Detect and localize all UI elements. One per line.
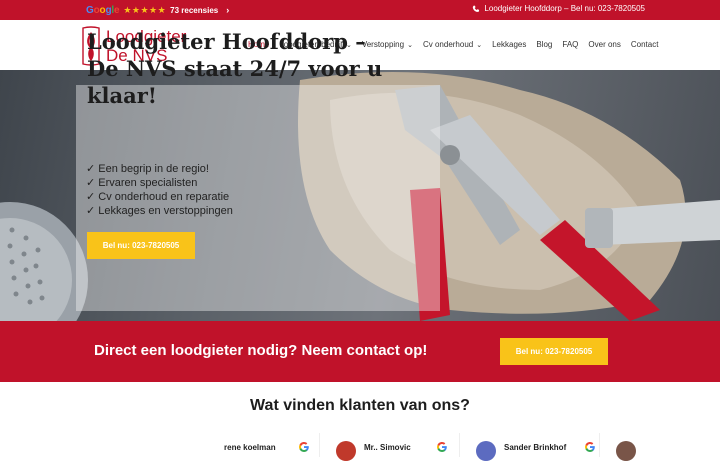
avatar	[616, 441, 636, 461]
google-reviews-link[interactable]: Google ★★★★★ 73 recensies ›	[86, 3, 229, 17]
list-item: ✓ Lekkages en verstoppingen	[86, 205, 233, 217]
top-phone-link[interactable]: Loodgieter Hoofddorp – Bel nu: 023-78205…	[472, 4, 645, 13]
review-author: rene koelman	[224, 443, 276, 452]
reviews-title: Wat vinden klanten van ons?	[250, 397, 470, 414]
nav-item-lekkages[interactable]: Lekkages	[492, 40, 526, 49]
review-card[interactable]: Sander Brinkhof	[470, 433, 600, 461]
chevron-right-icon: ›	[226, 5, 230, 15]
review-card[interactable]	[610, 433, 650, 461]
phone-icon	[473, 5, 480, 12]
avatar	[336, 441, 356, 461]
list-item: ✓ Ervaren specialisten	[86, 177, 198, 189]
hero-call-button[interactable]: Bel nu: 023-7820505	[87, 232, 195, 259]
avatar	[476, 441, 496, 461]
google-icon	[299, 442, 309, 452]
hero-title: Loodgieter Hoofddorp – De NVS staat 24/7…	[87, 28, 432, 109]
nav-label: Blog	[536, 40, 553, 49]
google-icon	[585, 442, 595, 452]
review-card[interactable]: Mr.. Simovic	[330, 433, 460, 461]
nav-label: Over ons	[588, 40, 621, 49]
nav-label: Lekkages	[492, 40, 527, 49]
hero-title-line-2: De NVS staat 24/7 voor u klaar!	[87, 56, 383, 108]
cta-band: Direct een loodgieter nodig? Neem contac…	[0, 321, 720, 382]
hero-benefits-list: ✓ Een begrip in de regio! ✓ Ervaren spec…	[86, 162, 233, 218]
rating-stars: ★★★★★	[123, 4, 167, 15]
cta-text: Direct een loodgieter nodig? Neem contac…	[94, 342, 428, 359]
chevron-down-icon: ⌄	[476, 41, 483, 49]
google-logo: Google	[86, 4, 120, 16]
list-item: ✓ Een begrip in de regio!	[86, 163, 209, 175]
review-card[interactable]: rene koelman	[190, 433, 320, 457]
nav-item-blog[interactable]: Blog	[536, 40, 552, 49]
google-icon	[437, 442, 447, 452]
hero-title-line-1: Loodgieter Hoofddorp –	[87, 29, 366, 54]
review-author: Mr.. Simovic	[364, 443, 411, 452]
nav-item-faq[interactable]: FAQ	[562, 40, 578, 49]
nav-item-over-ons[interactable]: Over ons	[588, 40, 620, 49]
nav-label: FAQ	[562, 40, 579, 49]
nav-item-contact[interactable]: Contact	[631, 40, 659, 49]
list-item: ✓ Cv onderhoud en reparatie	[86, 191, 230, 203]
reviews-count: 73 recensies	[170, 5, 219, 15]
review-author: Sander Brinkhof	[504, 443, 567, 452]
top-phone-text: Loodgieter Hoofddorp – Bel nu: 023-78205…	[484, 4, 645, 13]
top-bar: Google ★★★★★ 73 recensies › Loodgieter H…	[0, 0, 720, 20]
nav-label: Contact	[630, 40, 659, 49]
cta-call-button[interactable]: Bel nu: 023-7820505	[500, 338, 608, 365]
